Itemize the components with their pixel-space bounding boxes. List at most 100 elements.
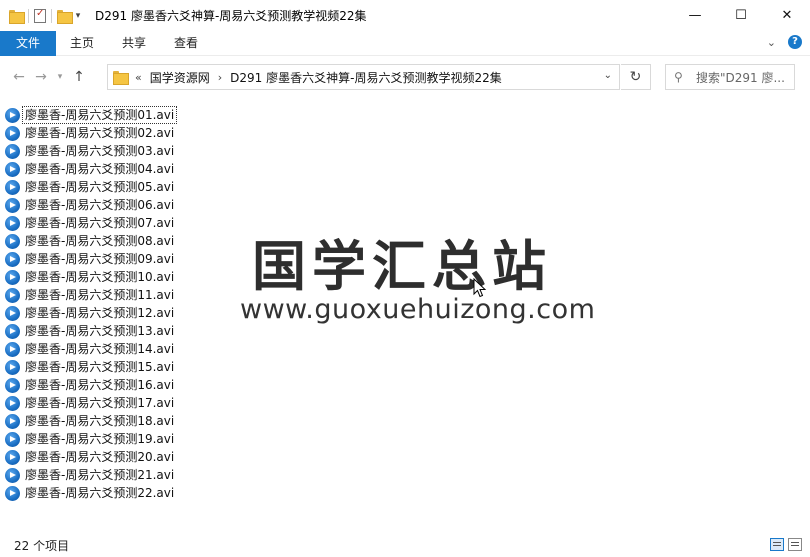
file-name[interactable]: 廖墨香-周易六爻预测19.avi bbox=[23, 431, 176, 447]
address-bar[interactable]: « 国学资源网 › D291 廖墨香六爻神算-周易六爻预测教学视频22集 ⌄ bbox=[107, 64, 620, 90]
status-bar: 22 个项目 bbox=[0, 533, 810, 557]
watermark-url: www.guoxuehuizong.com bbox=[240, 294, 596, 325]
file-row[interactable]: 廖墨香-周易六爻预测20.avi bbox=[5, 448, 245, 466]
file-row[interactable]: 廖墨香-周易六爻预测17.avi bbox=[5, 394, 245, 412]
video-file-icon bbox=[5, 107, 20, 123]
file-name[interactable]: 廖墨香-周易六爻预测14.avi bbox=[23, 341, 176, 357]
file-row[interactable]: 廖墨香-周易六爻预测07.avi bbox=[5, 214, 245, 232]
file-row[interactable]: 廖墨香-周易六爻预测06.avi bbox=[5, 196, 245, 214]
video-file-icon bbox=[5, 341, 20, 357]
mouse-pointer-icon bbox=[473, 278, 487, 298]
file-name[interactable]: 廖墨香-周易六爻预测09.avi bbox=[23, 251, 176, 267]
file-name[interactable]: 廖墨香-周易六爻预测11.avi bbox=[23, 287, 176, 303]
file-row[interactable]: 廖墨香-周易六爻预测08.avi bbox=[5, 232, 245, 250]
file-name[interactable]: 廖墨香-周易六爻预测08.avi bbox=[23, 233, 176, 249]
search-placeholder: 搜索"D291 廖... bbox=[696, 70, 785, 85]
file-name[interactable]: 廖墨香-周易六爻预测04.avi bbox=[23, 161, 176, 177]
breadcrumb-overflow[interactable]: « bbox=[135, 71, 142, 84]
expand-ribbon-chevron-icon[interactable]: ⌄ bbox=[767, 36, 776, 49]
forward-arrow-icon[interactable]: → bbox=[30, 69, 52, 85]
folder-icon[interactable] bbox=[9, 9, 25, 24]
file-row[interactable]: 廖墨香-周易六爻预测16.avi bbox=[5, 376, 245, 394]
file-row[interactable]: 廖墨香-周易六爻预测01.avi bbox=[5, 106, 245, 124]
video-file-icon bbox=[5, 215, 20, 231]
file-row[interactable]: 廖墨香-周易六爻预测13.avi bbox=[5, 322, 245, 340]
file-name[interactable]: 廖墨香-周易六爻预测02.avi bbox=[23, 125, 176, 141]
properties-icon[interactable] bbox=[34, 8, 46, 23]
video-file-icon bbox=[5, 179, 20, 195]
file-row[interactable]: 廖墨香-周易六爻预测22.avi bbox=[5, 484, 245, 502]
file-name[interactable]: 廖墨香-周易六爻预测15.avi bbox=[23, 359, 176, 375]
file-row[interactable]: 廖墨香-周易六爻预测10.avi bbox=[5, 268, 245, 286]
file-row[interactable]: 廖墨香-周易六爻预测05.avi bbox=[5, 178, 245, 196]
video-file-icon bbox=[5, 485, 20, 501]
customize-toolbar-dropdown-icon[interactable]: ▾ bbox=[71, 11, 85, 21]
ribbon-tabs: 文件 主页 共享 查看 ⌄ ? bbox=[0, 30, 810, 56]
tab-home[interactable]: 主页 bbox=[56, 31, 108, 56]
refresh-icon: ↻ bbox=[629, 69, 642, 85]
file-row[interactable]: 廖墨香-周易六爻预测15.avi bbox=[5, 358, 245, 376]
title-bar: ▾ D291 廖墨香六爻神算-周易六爻预测教学视频22集 — ☐ ✕ bbox=[0, 0, 810, 31]
file-row[interactable]: 廖墨香-周易六爻预测04.avi bbox=[5, 160, 245, 178]
video-file-icon bbox=[5, 197, 20, 213]
quick-access-toolbar: ▾ bbox=[0, 0, 85, 31]
file-name[interactable]: 廖墨香-周易六爻预测17.avi bbox=[23, 395, 176, 411]
breadcrumb-item[interactable]: 国学资源网 bbox=[150, 69, 210, 86]
back-arrow-icon[interactable]: ← bbox=[8, 69, 30, 85]
video-file-icon bbox=[5, 251, 20, 267]
tab-share[interactable]: 共享 bbox=[108, 31, 160, 56]
file-row[interactable]: 廖墨香-周易六爻预测18.avi bbox=[5, 412, 245, 430]
file-row[interactable]: 廖墨香-周易六爻预测19.avi bbox=[5, 430, 245, 448]
file-row[interactable]: 廖墨香-周易六爻预测11.avi bbox=[5, 286, 245, 304]
breadcrumb-separator-icon[interactable]: › bbox=[218, 71, 222, 84]
folder-icon bbox=[113, 71, 129, 85]
recent-locations-chevron-icon[interactable]: ▾ bbox=[52, 72, 68, 82]
file-name[interactable]: 廖墨香-周易六爻预测13.avi bbox=[23, 323, 176, 339]
file-name[interactable]: 廖墨香-周易六爻预测20.avi bbox=[23, 449, 176, 465]
file-name[interactable]: 廖墨香-周易六爻预测16.avi bbox=[23, 377, 176, 393]
video-file-icon bbox=[5, 395, 20, 411]
file-row[interactable]: 廖墨香-周易六爻预测03.avi bbox=[5, 142, 245, 160]
large-icons-view-icon[interactable] bbox=[788, 538, 802, 551]
file-name[interactable]: 廖墨香-周易六爻预测12.avi bbox=[23, 305, 176, 321]
file-name[interactable]: 廖墨香-周易六爻预测10.avi bbox=[23, 269, 176, 285]
help-icon[interactable]: ? bbox=[788, 35, 802, 49]
maximize-button[interactable]: ☐ bbox=[718, 0, 764, 31]
file-name[interactable]: 廖墨香-周易六爻预测21.avi bbox=[23, 467, 176, 483]
file-row[interactable]: 廖墨香-周易六爻预测02.avi bbox=[5, 124, 245, 142]
file-name[interactable]: 廖墨香-周易六爻预测22.avi bbox=[23, 485, 176, 501]
window-title: D291 廖墨香六爻神算-周易六爻预测教学视频22集 bbox=[95, 9, 367, 23]
search-icon: ⚲ bbox=[674, 70, 683, 84]
file-name[interactable]: 廖墨香-周易六爻预测03.avi bbox=[23, 143, 176, 159]
file-name[interactable]: 廖墨香-周易六爻预测06.avi bbox=[23, 197, 176, 213]
video-file-icon bbox=[5, 359, 20, 375]
video-file-icon bbox=[5, 233, 20, 249]
breadcrumb-item[interactable]: D291 廖墨香六爻神算-周易六爻预测教学视频22集 bbox=[230, 69, 502, 86]
file-list: 廖墨香-周易六爻预测01.avi 廖墨香-周易六爻预测02.avi 廖墨香-周易六爻… bbox=[5, 106, 245, 502]
minimize-button[interactable]: — bbox=[672, 0, 718, 31]
file-name[interactable]: 廖墨香-周易六爻预测05.avi bbox=[23, 179, 176, 195]
search-input[interactable]: ⚲ 搜索"D291 廖... bbox=[665, 64, 795, 90]
file-name[interactable]: 廖墨香-周易六爻预测01.avi bbox=[21, 106, 178, 124]
up-arrow-icon[interactable]: ↑ bbox=[68, 69, 90, 85]
file-row[interactable]: 廖墨香-周易六爻预测09.avi bbox=[5, 250, 245, 268]
video-file-icon bbox=[5, 269, 20, 285]
file-name[interactable]: 廖墨香-周易六爻预测18.avi bbox=[23, 413, 176, 429]
file-row[interactable]: 廖墨香-周易六爻预测14.avi bbox=[5, 340, 245, 358]
details-view-icon[interactable] bbox=[770, 538, 784, 551]
tab-view[interactable]: 查看 bbox=[160, 31, 212, 56]
video-file-icon bbox=[5, 467, 20, 483]
ribbon-right: ⌄ ? bbox=[767, 35, 802, 49]
address-history-chevron-icon[interactable]: ⌄ bbox=[604, 70, 612, 81]
close-button[interactable]: ✕ bbox=[764, 0, 810, 31]
watermark-logo-text: 国学汇总站 bbox=[252, 235, 552, 298]
tab-file[interactable]: 文件 bbox=[0, 30, 57, 56]
file-row[interactable]: 廖墨香-周易六爻预测21.avi bbox=[5, 466, 245, 484]
divider bbox=[51, 8, 52, 23]
file-row[interactable]: 廖墨香-周易六爻预测12.avi bbox=[5, 304, 245, 322]
file-name[interactable]: 廖墨香-周易六爻预测07.avi bbox=[23, 215, 176, 231]
refresh-button[interactable]: ↻ bbox=[621, 64, 651, 90]
video-file-icon bbox=[5, 431, 20, 447]
video-file-icon bbox=[5, 413, 20, 429]
new-folder-icon[interactable] bbox=[57, 9, 73, 24]
